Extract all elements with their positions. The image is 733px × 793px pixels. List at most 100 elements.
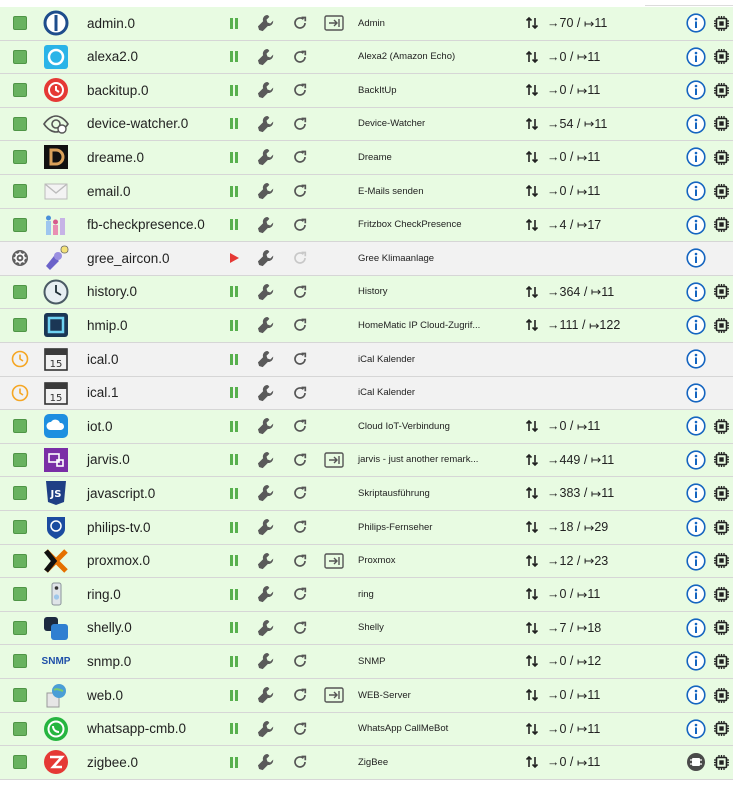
info-icon[interactable] bbox=[686, 41, 706, 73]
reload-icon[interactable] bbox=[292, 276, 308, 308]
info-icon[interactable] bbox=[686, 578, 706, 610]
info-icon[interactable] bbox=[686, 7, 706, 39]
settings-wrench-icon[interactable] bbox=[256, 746, 276, 778]
settings-wrench-icon[interactable] bbox=[256, 41, 276, 73]
settings-wrench-icon[interactable] bbox=[256, 343, 276, 375]
reload-icon[interactable] bbox=[292, 578, 308, 610]
reload-icon[interactable] bbox=[292, 108, 308, 140]
reload-icon[interactable] bbox=[292, 7, 308, 39]
reload-icon[interactable] bbox=[292, 41, 308, 73]
pause-icon[interactable] bbox=[226, 175, 242, 207]
pause-icon[interactable] bbox=[226, 679, 242, 711]
reload-icon[interactable] bbox=[292, 209, 308, 241]
reload-icon[interactable] bbox=[292, 511, 308, 543]
start-play-icon[interactable] bbox=[226, 242, 242, 274]
settings-wrench-icon[interactable] bbox=[256, 74, 276, 106]
pause-icon[interactable] bbox=[226, 141, 242, 173]
settings-wrench-icon[interactable] bbox=[256, 578, 276, 610]
info-icon[interactable] bbox=[686, 74, 706, 106]
pause-icon[interactable] bbox=[226, 612, 242, 644]
info-icon[interactable] bbox=[686, 511, 706, 543]
info-icon[interactable] bbox=[686, 141, 706, 173]
info-icon[interactable] bbox=[686, 276, 706, 308]
pause-icon[interactable] bbox=[226, 7, 242, 39]
pause-icon[interactable] bbox=[226, 645, 242, 677]
chip-icon[interactable] bbox=[712, 477, 730, 509]
settings-wrench-icon[interactable] bbox=[256, 410, 276, 442]
settings-wrench-icon[interactable] bbox=[256, 645, 276, 677]
chip-icon[interactable] bbox=[712, 645, 730, 677]
settings-wrench-icon[interactable] bbox=[256, 242, 276, 274]
settings-wrench-icon[interactable] bbox=[256, 141, 276, 173]
info-icon[interactable] bbox=[686, 309, 706, 341]
reload-icon[interactable] bbox=[292, 746, 308, 778]
settings-wrench-icon[interactable] bbox=[256, 679, 276, 711]
pause-icon[interactable] bbox=[226, 410, 242, 442]
reload-icon[interactable] bbox=[292, 713, 308, 745]
info-icon[interactable] bbox=[686, 679, 706, 711]
reload-icon[interactable] bbox=[292, 545, 308, 577]
open-web-icon[interactable] bbox=[324, 679, 344, 711]
chip-icon[interactable] bbox=[712, 746, 730, 778]
info-icon[interactable] bbox=[686, 242, 706, 274]
pause-icon[interactable] bbox=[226, 511, 242, 543]
pause-icon[interactable] bbox=[226, 276, 242, 308]
chip-icon[interactable] bbox=[712, 41, 730, 73]
chip-icon[interactable] bbox=[712, 209, 730, 241]
pause-icon[interactable] bbox=[226, 108, 242, 140]
chip-icon[interactable] bbox=[712, 410, 730, 442]
reload-icon[interactable] bbox=[292, 242, 308, 274]
info-icon[interactable] bbox=[686, 209, 706, 241]
pause-icon[interactable] bbox=[226, 477, 242, 509]
pause-icon[interactable] bbox=[226, 444, 242, 476]
info-icon[interactable] bbox=[686, 444, 706, 476]
chip-icon[interactable] bbox=[712, 612, 730, 644]
reload-icon[interactable] bbox=[292, 645, 308, 677]
reload-icon[interactable] bbox=[292, 141, 308, 173]
pause-icon[interactable] bbox=[226, 343, 242, 375]
info-icon[interactable] bbox=[686, 477, 706, 509]
info-icon[interactable] bbox=[686, 410, 706, 442]
chip-icon[interactable] bbox=[712, 309, 730, 341]
reload-icon[interactable] bbox=[292, 410, 308, 442]
chip-icon[interactable] bbox=[712, 276, 730, 308]
pause-icon[interactable] bbox=[226, 545, 242, 577]
chip-icon[interactable] bbox=[712, 444, 730, 476]
reload-icon[interactable] bbox=[292, 377, 308, 409]
info-icon[interactable] bbox=[686, 175, 706, 207]
info-icon[interactable] bbox=[686, 377, 706, 409]
settings-wrench-icon[interactable] bbox=[256, 713, 276, 745]
chip-icon[interactable] bbox=[712, 679, 730, 711]
pause-icon[interactable] bbox=[226, 209, 242, 241]
info-icon[interactable] bbox=[686, 713, 706, 745]
info-icon[interactable] bbox=[686, 343, 706, 375]
chip-icon[interactable] bbox=[712, 74, 730, 106]
chip-icon[interactable] bbox=[712, 141, 730, 173]
info-icon[interactable] bbox=[686, 545, 706, 577]
settings-wrench-icon[interactable] bbox=[256, 175, 276, 207]
settings-wrench-icon[interactable] bbox=[256, 377, 276, 409]
chip-icon[interactable] bbox=[712, 578, 730, 610]
reload-icon[interactable] bbox=[292, 74, 308, 106]
pause-icon[interactable] bbox=[226, 377, 242, 409]
chip-icon[interactable] bbox=[712, 713, 730, 745]
pause-icon[interactable] bbox=[226, 74, 242, 106]
pause-icon[interactable] bbox=[226, 309, 242, 341]
settings-wrench-icon[interactable] bbox=[256, 276, 276, 308]
settings-wrench-icon[interactable] bbox=[256, 209, 276, 241]
reload-icon[interactable] bbox=[292, 679, 308, 711]
debug-icon[interactable] bbox=[686, 746, 706, 778]
chip-icon[interactable] bbox=[712, 108, 730, 140]
open-web-icon[interactable] bbox=[324, 444, 344, 476]
settings-wrench-icon[interactable] bbox=[256, 477, 276, 509]
info-icon[interactable] bbox=[686, 645, 706, 677]
pause-icon[interactable] bbox=[226, 713, 242, 745]
open-web-icon[interactable] bbox=[324, 545, 344, 577]
reload-icon[interactable] bbox=[292, 477, 308, 509]
reload-icon[interactable] bbox=[292, 343, 308, 375]
settings-wrench-icon[interactable] bbox=[256, 545, 276, 577]
settings-wrench-icon[interactable] bbox=[256, 444, 276, 476]
chip-icon[interactable] bbox=[712, 7, 730, 39]
chip-icon[interactable] bbox=[712, 175, 730, 207]
settings-wrench-icon[interactable] bbox=[256, 612, 276, 644]
